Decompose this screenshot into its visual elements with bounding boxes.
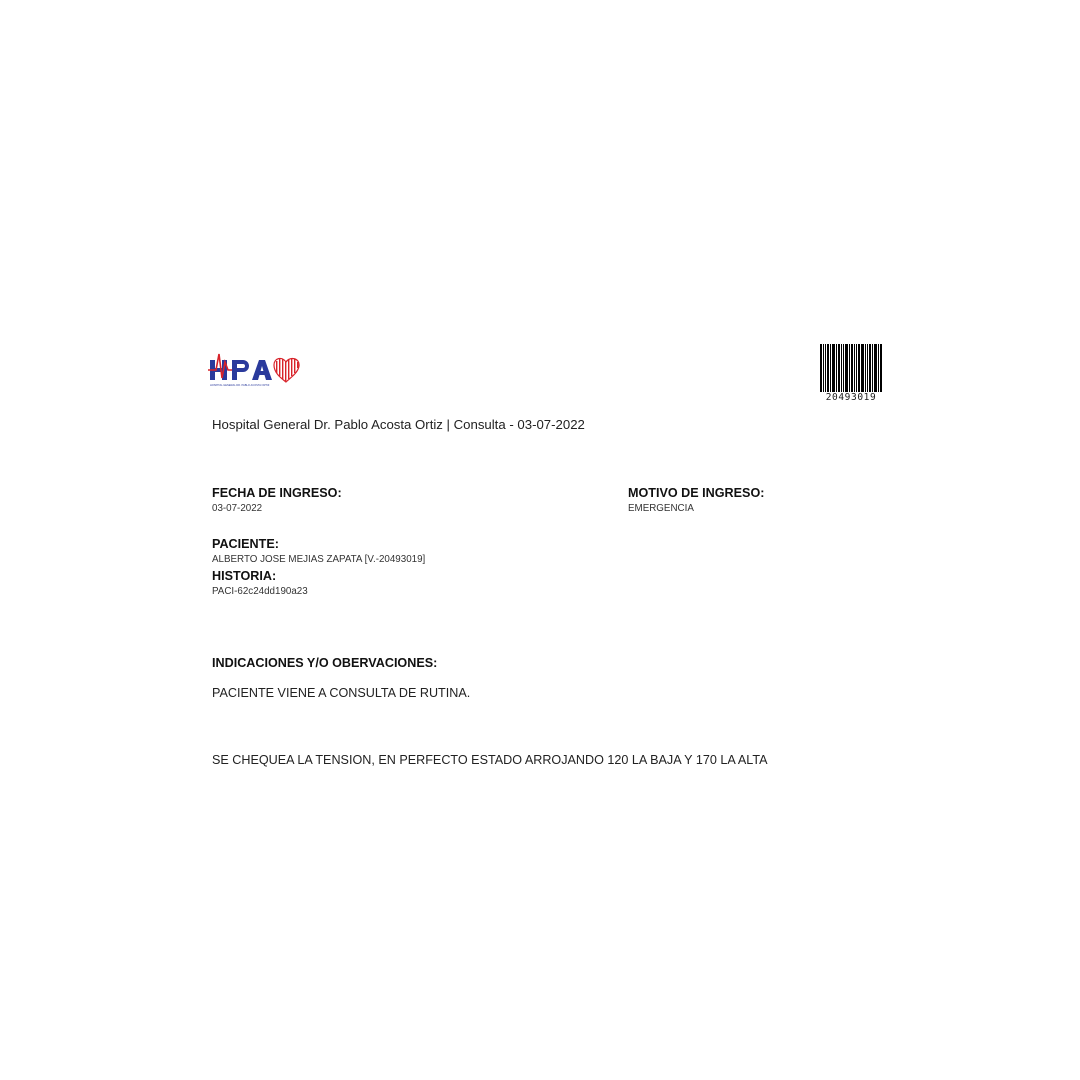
motivo-ingreso-value: EMERGENCIA (628, 503, 694, 514)
motivo-ingreso-label: MOTIVO DE INGRESO: (628, 486, 765, 500)
observacion-line: SE CHEQUEA LA TENSION, EN PERFECTO ESTAD… (212, 753, 768, 767)
observaciones-label: INDICACIONES Y/O OBERVACIONES: (212, 656, 438, 670)
barcode: 20493019 (818, 344, 884, 403)
barcode-bars (820, 344, 882, 392)
observacion-line: PACIENTE VIENE A CONSULTA DE RUTINA. (212, 686, 471, 700)
fecha-ingreso-value: 03-07-2022 (212, 503, 263, 514)
fecha-ingreso-label: FECHA DE INGRESO: (212, 486, 342, 500)
logo-subtext: HOSPITAL GENERAL DR. PABLO ACOSTA ORTIZ (210, 383, 270, 387)
paciente-value: ALBERTO JOSE MEJIAS ZAPATA [V.-20493019] (212, 554, 426, 565)
document-page: HOSPITAL GENERAL DR. PABLO ACOSTA ORTIZ (0, 0, 1080, 1080)
paciente-label: PACIENTE: (212, 537, 279, 551)
hospital-logo: HOSPITAL GENERAL DR. PABLO ACOSTA ORTIZ (208, 353, 300, 387)
document-header: Hospital General Dr. Pablo Acosta Ortiz … (212, 417, 585, 432)
historia-label: HISTORIA: (212, 569, 277, 583)
historia-value: PACI-62c24dd190a23 (212, 586, 308, 597)
barcode-number: 20493019 (825, 392, 877, 403)
